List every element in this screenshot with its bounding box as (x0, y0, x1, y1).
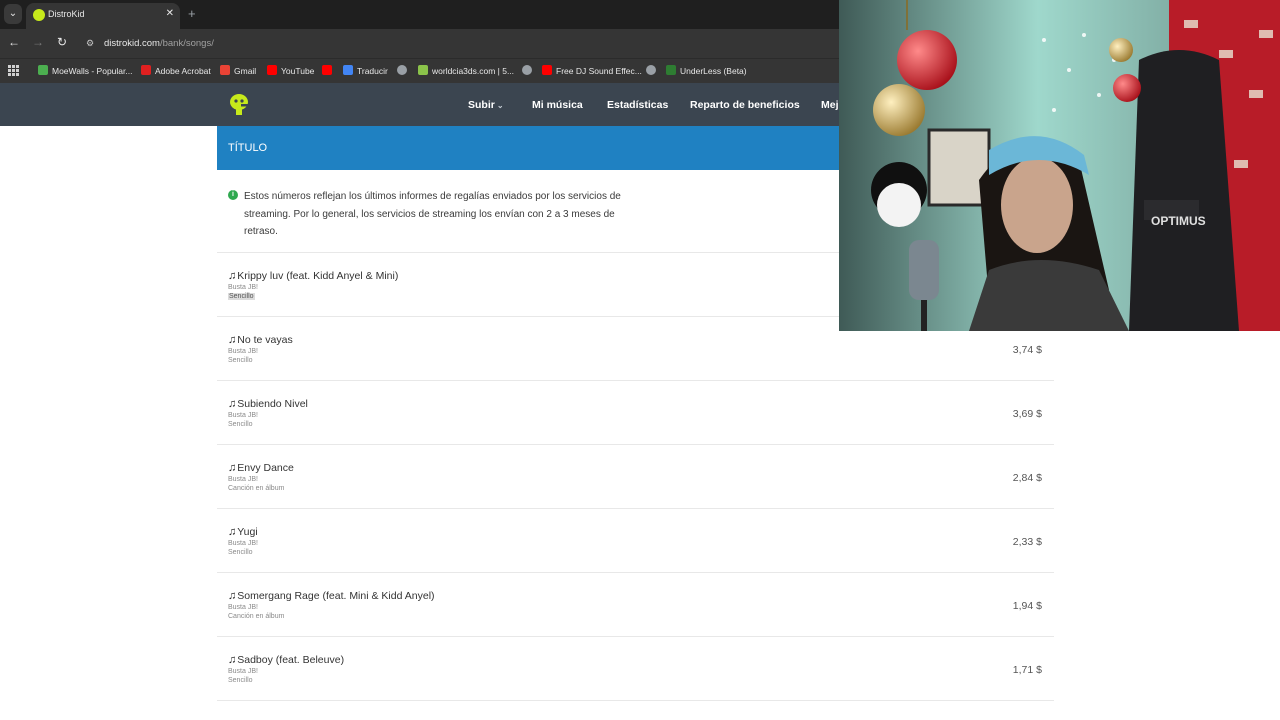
song-artist: Busta JB! (228, 348, 258, 355)
distrokid-favicon-icon (33, 9, 45, 21)
song-artist: Busta JB! (228, 284, 258, 291)
screen: ⌄ DistroKid ✕ + ← → ↻ ⚙ distrokid.com/ba… (0, 0, 1280, 720)
info-icon: i (228, 190, 238, 200)
song-title[interactable]: ♫Envy Dance (228, 462, 294, 474)
distrokid-logo-icon[interactable] (228, 93, 250, 117)
youtube-icon (267, 65, 277, 75)
bookmark-youtube-unnamed[interactable] (322, 65, 336, 79)
bookmark-underless[interactable]: UnderLess (Beta) (666, 65, 747, 79)
info-text: Estos números reflejan los últimos infor… (244, 191, 621, 237)
url-path: /bank/songs/ (159, 38, 214, 49)
song-artist: Busta JB! (228, 412, 258, 419)
gmail-icon (220, 65, 230, 75)
music-note-icon: ♫ (228, 462, 237, 474)
chair-brand-text: OPTIMUS (1151, 214, 1206, 228)
music-note-icon: ♫ (228, 398, 237, 410)
webcam-feed: OPTIMUS (839, 0, 1280, 331)
underless-icon (666, 65, 676, 75)
song-title[interactable]: ♫Subiendo Nivel (228, 398, 308, 410)
address-bar[interactable]: distrokid.com/bank/songs/ (104, 38, 214, 49)
bookmark-moewalls[interactable]: MoeWalls - Popular... (38, 65, 132, 79)
column-title[interactable]: TÍTULO (228, 142, 267, 154)
song-title[interactable]: ♫Krippy luv (feat. Kidd Anyel & Mini) (228, 270, 398, 282)
song-amount: 2,33 $ (1012, 536, 1042, 548)
music-note-icon: ♫ (228, 526, 237, 538)
table-row[interactable]: ♫Somergang Rage (feat. Mini & Kidd Anyel… (217, 572, 1054, 636)
music-note-icon: ♫ (228, 654, 237, 666)
moewalls-icon (38, 65, 48, 75)
song-type: Sencillo (228, 677, 253, 684)
close-tab-icon[interactable]: ✕ (166, 8, 174, 19)
reload-icon[interactable]: ↻ (55, 35, 69, 49)
bookmark-youtube[interactable]: YouTube (267, 65, 314, 79)
apps-grid-icon[interactable] (8, 65, 19, 76)
song-amount: 3,74 $ (1012, 344, 1042, 356)
bookmark-adobe-acrobat[interactable]: Adobe Acrobat (141, 65, 211, 79)
tab-title: DistroKid (48, 9, 85, 19)
youtube-icon (322, 65, 332, 75)
globe-icon (646, 65, 656, 75)
webcam-overlay: OPTIMUS (839, 0, 1280, 331)
table-row[interactable]: ♫Yugi Busta JB! Sencillo 2,33 $ (217, 508, 1054, 572)
nav-mejoras[interactable]: Mej (821, 99, 839, 111)
globe-icon (522, 65, 532, 75)
song-title[interactable]: ♫No te vayas (228, 334, 293, 346)
nav-mi-musica[interactable]: Mi música (532, 99, 583, 111)
youtube-icon (542, 65, 552, 75)
bookmark-gmail[interactable]: Gmail (220, 65, 256, 79)
music-note-icon: ♫ (228, 334, 237, 346)
song-artist: Busta JB! (228, 668, 258, 675)
song-title[interactable]: ♫Yugi (228, 526, 258, 538)
music-note-icon: ♫ (228, 590, 237, 602)
nav-reparto-de-beneficios[interactable]: Reparto de beneficios (690, 99, 800, 111)
song-amount: 1,94 $ (1012, 600, 1042, 612)
music-note-icon: ♫ (228, 270, 237, 282)
song-title[interactable]: ♫Somergang Rage (feat. Mini & Kidd Anyel… (228, 590, 435, 602)
bookmark-globe-2[interactable] (522, 65, 536, 79)
song-title[interactable]: ♫Sadboy (feat. Beleuve) (228, 654, 344, 666)
new-tab-icon[interactable]: + (188, 6, 196, 21)
song-type: Sencillo (228, 293, 255, 300)
song-amount: 2,84 $ (1012, 472, 1042, 484)
translate-icon (343, 65, 353, 75)
bookmark-traducir[interactable]: Traducir (343, 65, 388, 79)
table-row[interactable]: ♫Envy Dance Busta JB! Canción en álbum 2… (217, 444, 1054, 508)
nav-subir[interactable]: Subir ⌄ (468, 99, 504, 111)
bookmark-globe-3[interactable] (646, 65, 660, 79)
table-row[interactable]: ♫Sadboy (feat. Beleuve) Busta JB! Sencil… (217, 636, 1054, 700)
chevron-down-icon: ⌄ (496, 101, 504, 110)
nav-estadisticas[interactable]: Estadísticas (607, 99, 668, 111)
song-type: Canción en álbum (228, 613, 285, 620)
song-amount: 3,69 $ (1012, 408, 1042, 420)
url-host: distrokid.com (104, 38, 160, 49)
browser-tab[interactable]: DistroKid ✕ (26, 3, 180, 29)
bookmark-globe[interactable] (397, 65, 411, 79)
acrobat-icon (141, 65, 151, 75)
song-type: Sencillo (228, 421, 253, 428)
bookmark-free-dj-sound[interactable]: Free DJ Sound Effec... (542, 65, 642, 79)
worldcia3ds-icon (418, 65, 428, 75)
site-settings-icon[interactable]: ⚙ (86, 38, 97, 49)
bookmark-worldcia3ds[interactable]: worldcia3ds.com | 5... (418, 65, 514, 79)
table-row[interactable]: ♫Subiendo Nivel Busta JB! Sencillo 3,69 … (217, 380, 1054, 444)
song-type: Sencillo (228, 549, 253, 556)
tab-search-icon[interactable]: ⌄ (4, 4, 22, 24)
song-artist: Busta JB! (228, 604, 258, 611)
song-type: Sencillo (228, 357, 253, 364)
song-amount: 1,71 $ (1012, 664, 1042, 676)
song-artist: Busta JB! (228, 540, 258, 547)
song-artist: Busta JB! (228, 476, 258, 483)
globe-icon (397, 65, 407, 75)
back-icon[interactable]: ← (7, 35, 21, 49)
table-row (217, 700, 1054, 720)
song-type: Canción en álbum (228, 485, 285, 492)
forward-icon[interactable]: → (31, 35, 45, 49)
